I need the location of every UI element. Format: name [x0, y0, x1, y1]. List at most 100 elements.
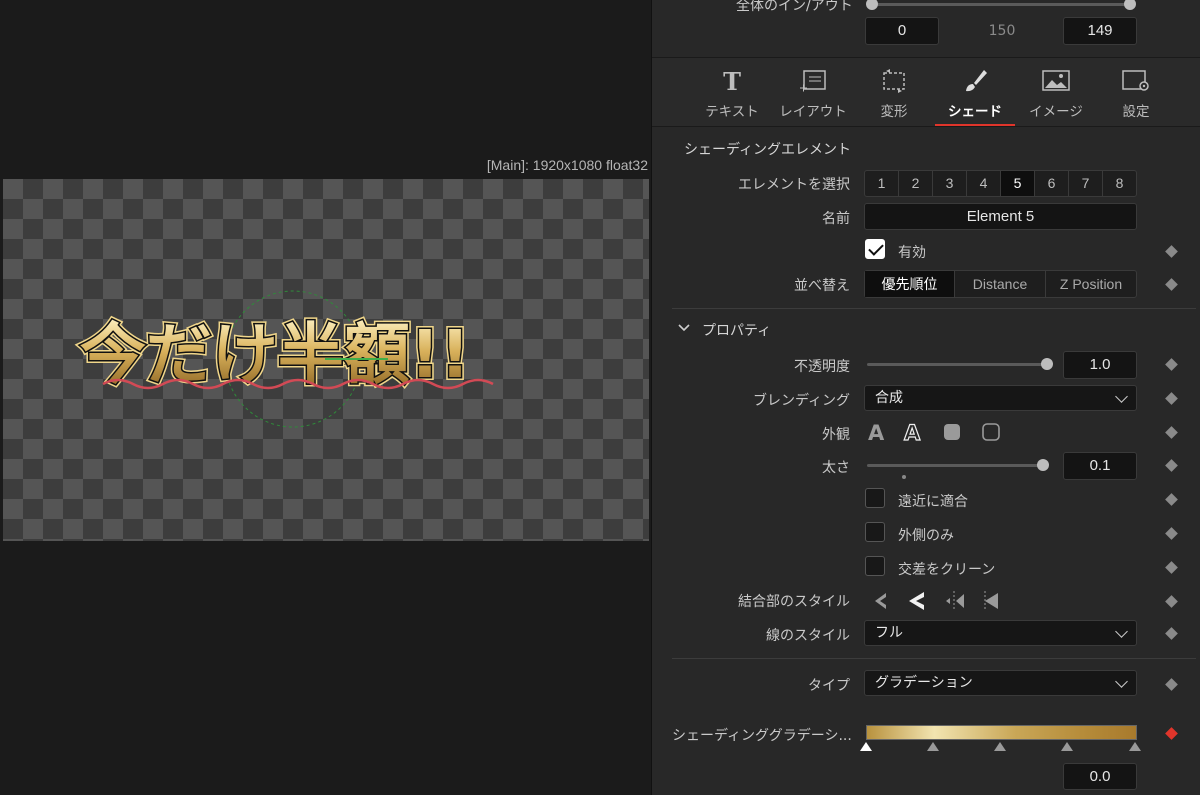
adapt-perspective-keyframe[interactable] — [1165, 493, 1178, 506]
gradient-stop-3[interactable] — [994, 742, 1006, 751]
io-out-handle[interactable] — [1124, 0, 1136, 10]
sort-label: 並べ替え — [794, 278, 850, 294]
viewer-info: [Main]: 1920x1080 float32 — [486, 157, 648, 173]
sort-selector: 優先順位 Distance Z Position — [864, 270, 1137, 298]
outside-only-checkbox[interactable] — [865, 522, 885, 542]
viewer-panel: [Main]: 1920x1080 float32 今だけ半額!! 今だけ半額!… — [0, 0, 651, 795]
section-divider — [672, 658, 1196, 659]
gradient-stop-2[interactable] — [927, 742, 939, 751]
appearance-label: 外観 — [822, 427, 850, 443]
join-style-options — [875, 591, 998, 611]
opacity-slider-track[interactable] — [867, 363, 1047, 366]
element-8-button[interactable]: 8 — [1103, 171, 1136, 196]
tab-text[interactable]: T テキスト — [692, 58, 772, 126]
inspector-panel: 全体のイン/アウト 0 150 149 T テキスト レイアウト 変形 シェード… — [651, 0, 1200, 795]
tab-shade[interactable]: シェード — [935, 58, 1015, 126]
blending-label: ブレンディング — [752, 393, 850, 409]
properties-title: プロパティ — [702, 323, 772, 339]
name-label: 名前 — [822, 211, 850, 227]
chevron-down-icon — [1115, 625, 1128, 638]
io-duration: 150 — [988, 23, 1016, 39]
title-preview: 今だけ半額!! 今だけ半額!! — [77, 290, 494, 428]
thickness-slider-handle[interactable] — [1037, 459, 1049, 471]
type-dropdown[interactable]: グラデーション — [864, 670, 1137, 696]
line-style-keyframe[interactable] — [1165, 627, 1178, 640]
gradient-stop-4[interactable] — [1061, 742, 1073, 751]
clean-intersections-keyframe[interactable] — [1165, 561, 1178, 574]
adapt-perspective-checkbox[interactable] — [865, 488, 885, 508]
join-flat-icon[interactable] — [985, 593, 998, 609]
appearance-keyframe[interactable] — [1165, 426, 1178, 439]
chevron-down-icon — [1115, 390, 1128, 403]
text-icon: T — [723, 68, 741, 94]
shading-gradient-bar[interactable] — [866, 725, 1137, 740]
tab-settings[interactable]: 設定 — [1096, 58, 1176, 126]
element-name-field[interactable]: Element 5 — [864, 203, 1137, 230]
appearance-box-fill-icon[interactable] — [944, 424, 960, 440]
transform-icon — [883, 69, 905, 93]
element-7-button[interactable]: 7 — [1069, 171, 1103, 196]
section-divider — [672, 308, 1196, 309]
join-style-label: 結合部のスタイル — [738, 594, 850, 610]
adapt-perspective-label: 遠近に適合 — [898, 494, 968, 510]
image-icon — [1042, 70, 1070, 91]
opacity-label: 不透明度 — [794, 359, 850, 375]
active-tab-indicator — [935, 124, 1015, 126]
sort-keyframe[interactable] — [1165, 278, 1178, 291]
opacity-slider-handle[interactable] — [1041, 358, 1053, 370]
element-selector: 1 2 3 4 5 6 7 8 — [864, 170, 1137, 197]
io-in-field[interactable]: 0 — [865, 17, 939, 45]
sort-zposition-button[interactable]: Z Position — [1046, 271, 1136, 297]
opacity-field[interactable]: 1.0 — [1063, 351, 1137, 379]
thickness-field[interactable]: 0.1 — [1063, 452, 1137, 480]
clean-intersections-checkbox[interactable] — [865, 556, 885, 576]
element-2-button[interactable]: 2 — [899, 171, 933, 196]
viewer-canvas[interactable]: 今だけ半額!! 今だけ半額!! — [3, 179, 649, 541]
clean-intersections-label: 交差をクリーン — [898, 562, 996, 578]
join-bevel-icon[interactable] — [875, 593, 886, 609]
gradient-keyframe[interactable] — [1165, 727, 1178, 740]
join-miter-icon[interactable] — [909, 592, 924, 610]
element-4-button[interactable]: 4 — [967, 171, 1001, 196]
enabled-keyframe[interactable] — [1165, 245, 1178, 258]
element-5-button[interactable]: 5 — [1001, 171, 1035, 196]
join-round-icon[interactable] — [946, 594, 964, 608]
type-label: タイプ — [808, 678, 850, 694]
thickness-slider-track[interactable] — [867, 464, 1047, 467]
io-in-handle[interactable] — [866, 0, 878, 10]
blending-keyframe[interactable] — [1165, 392, 1178, 405]
io-range-track[interactable] — [872, 3, 1130, 6]
gradient-stop-1[interactable] — [860, 742, 872, 751]
opacity-keyframe[interactable] — [1165, 358, 1178, 371]
line-style-dropdown[interactable]: フル — [864, 620, 1137, 646]
tab-image[interactable]: イメージ — [1016, 58, 1096, 126]
enabled-checkbox[interactable] — [865, 239, 885, 259]
io-label: 全体のイン/アウト — [736, 0, 853, 14]
thickness-default-marker — [902, 475, 906, 479]
gradient-stop-5[interactable] — [1129, 742, 1141, 751]
type-keyframe[interactable] — [1165, 678, 1178, 691]
blending-dropdown[interactable]: 合成 — [864, 385, 1137, 411]
appearance-box-outline-icon[interactable] — [982, 423, 1000, 441]
tab-layout[interactable]: レイアウト — [773, 58, 853, 126]
element-1-button[interactable]: 1 — [865, 171, 899, 196]
inspector-tabs: T テキスト レイアウト 変形 シェード イメージ 設定 — [652, 57, 1200, 127]
outside-only-keyframe[interactable] — [1165, 527, 1178, 540]
tab-transform[interactable]: 変形 — [854, 58, 934, 126]
join-style-keyframe[interactable] — [1165, 595, 1178, 608]
chevron-down-icon — [1115, 675, 1128, 688]
outside-only-label: 外側のみ — [898, 528, 954, 544]
io-out-field[interactable]: 149 — [1063, 17, 1137, 45]
appearance-text-fill-icon[interactable]: A — [868, 421, 885, 444]
chevron-down-icon[interactable] — [678, 322, 690, 334]
appearance-options: A A — [868, 420, 1000, 444]
gradient-position-field[interactable]: 0.0 — [1063, 763, 1137, 790]
appearance-text-outline-icon[interactable]: A — [903, 420, 921, 444]
element-3-button[interactable]: 3 — [933, 171, 967, 196]
element-6-button[interactable]: 6 — [1035, 171, 1069, 196]
sort-priority-button[interactable]: 優先順位 — [865, 271, 955, 297]
gradient-label: シェーディンググラデーシ... — [672, 728, 852, 744]
thickness-keyframe[interactable] — [1165, 459, 1178, 472]
sort-distance-button[interactable]: Distance — [955, 271, 1046, 297]
thickness-label: 太さ — [822, 460, 850, 476]
